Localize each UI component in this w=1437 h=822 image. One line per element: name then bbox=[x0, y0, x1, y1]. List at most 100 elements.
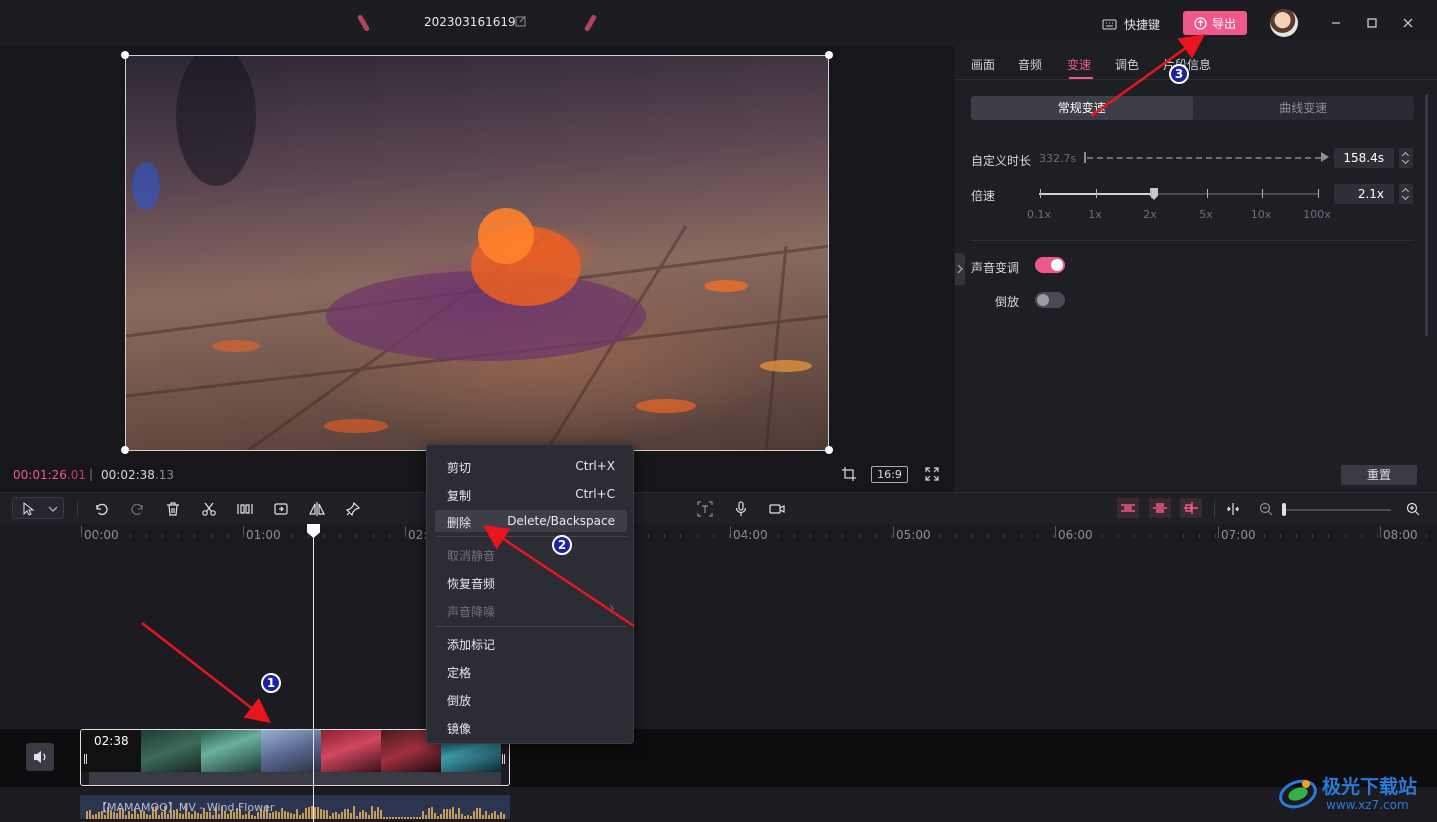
ruler-minor-tick bbox=[778, 534, 779, 538]
tab-speed[interactable]: 变速 bbox=[1067, 56, 1091, 73]
ruler-minor-tick bbox=[956, 534, 957, 538]
shortcut-button[interactable]: 快捷键 bbox=[1102, 14, 1160, 34]
clip-trim-right-handle[interactable] bbox=[502, 754, 505, 764]
voice-pitch-toggle[interactable] bbox=[1035, 257, 1065, 273]
ruler-minor-tick bbox=[1166, 534, 1167, 538]
menu-item-label: 复制 bbox=[447, 489, 472, 503]
ruler-minor-tick bbox=[324, 534, 325, 538]
waveform-bar bbox=[392, 817, 394, 819]
preview-axis-button[interactable] bbox=[1180, 498, 1202, 518]
tab-color[interactable]: 调色 bbox=[1115, 56, 1139, 73]
select-tool-button[interactable] bbox=[12, 497, 64, 519]
menu-item-copy[interactable]: 复制 Ctrl+C bbox=[435, 483, 627, 505]
panel-scrollbar[interactable] bbox=[1425, 94, 1428, 336]
ruler-minor-tick bbox=[1296, 534, 1297, 538]
playhead-line[interactable] bbox=[313, 524, 314, 822]
panel-divider bbox=[971, 240, 1414, 241]
ruler-tick bbox=[1055, 526, 1056, 538]
minimize-icon[interactable] bbox=[1327, 14, 1345, 32]
waveform-bar bbox=[386, 817, 388, 819]
ruler-minor-tick bbox=[648, 534, 649, 538]
menu-item-delete[interactable]: 删除 Delete/Backspace bbox=[435, 510, 627, 532]
waveform-bar bbox=[149, 815, 151, 819]
waveform-bar bbox=[302, 813, 304, 819]
panel-tab-bar: 画面 音频 变速 调色 片段信息 bbox=[955, 46, 1437, 80]
menu-item-unmute[interactable]: 取消静音 bbox=[435, 543, 627, 565]
linkage-button[interactable] bbox=[1149, 498, 1171, 518]
loop-icon[interactable] bbox=[273, 501, 289, 517]
avatar[interactable] bbox=[1270, 9, 1298, 37]
menu-item-add-marker[interactable]: 添加标记 bbox=[435, 632, 627, 654]
waveform-bar bbox=[356, 816, 358, 819]
speed-slider[interactable] bbox=[1039, 188, 1319, 200]
audio-track-clip[interactable]: 【MAMAMOO】MV - Wind Flower bbox=[80, 795, 510, 819]
waveform-bar bbox=[380, 810, 382, 819]
ruler-minor-tick bbox=[940, 534, 941, 538]
speed-stepper[interactable] bbox=[1399, 184, 1413, 204]
pin-icon[interactable] bbox=[345, 501, 361, 517]
waveform-bar bbox=[359, 812, 361, 819]
ruler-minor-tick bbox=[1134, 534, 1135, 538]
clip-bottom-strip bbox=[89, 772, 501, 785]
time-ruler[interactable]: 00:00 01:00 02: 04:00 05:00 06:00 07:00 … bbox=[0, 524, 1437, 546]
zoom-in-icon[interactable] bbox=[1405, 501, 1421, 517]
reverse-toggle[interactable] bbox=[1035, 292, 1065, 308]
text-recognition-icon[interactable] bbox=[697, 501, 713, 517]
custom-duration-input[interactable]: 158.4s bbox=[1334, 148, 1394, 168]
maximize-icon[interactable] bbox=[1363, 14, 1381, 32]
waveform-bar bbox=[476, 808, 478, 819]
waveform-bar bbox=[467, 815, 469, 819]
edit-icon[interactable] bbox=[515, 15, 527, 27]
waveform-bar bbox=[125, 815, 127, 819]
crop-icon[interactable] bbox=[842, 467, 856, 481]
custom-duration-stepper[interactable] bbox=[1399, 148, 1413, 168]
menu-item-noise-reduction[interactable]: 声音降噪 bbox=[435, 599, 627, 621]
waveform-bar bbox=[332, 813, 334, 819]
speed-input[interactable]: 2.1x bbox=[1334, 184, 1394, 204]
record-camera-icon[interactable] bbox=[769, 501, 785, 517]
delete-icon[interactable] bbox=[165, 501, 181, 517]
mirror-icon[interactable] bbox=[309, 501, 325, 517]
scissors-icon[interactable] bbox=[201, 501, 217, 517]
waveform-bar bbox=[323, 810, 325, 819]
track-mute-button[interactable] bbox=[26, 743, 54, 771]
waveform-bar bbox=[242, 815, 244, 819]
fit-timeline-icon[interactable] bbox=[1225, 501, 1241, 517]
resize-handle-top-left[interactable] bbox=[121, 51, 129, 59]
waveform-bar bbox=[92, 815, 94, 819]
ruler-minor-tick bbox=[1377, 534, 1378, 538]
tab-audio[interactable]: 音频 bbox=[1018, 56, 1042, 73]
menu-item-reverse[interactable]: 倒放 bbox=[435, 688, 627, 710]
close-icon[interactable] bbox=[1399, 14, 1417, 32]
zoom-slider[interactable] bbox=[1285, 509, 1391, 511]
microphone-icon[interactable] bbox=[733, 501, 749, 517]
export-button[interactable]: 导出 bbox=[1183, 11, 1247, 35]
redo-icon[interactable] bbox=[130, 501, 146, 517]
split-icon[interactable] bbox=[237, 501, 253, 517]
segment-normal-speed[interactable]: 常规变速 bbox=[971, 96, 1193, 120]
panel-collapse-handle[interactable] bbox=[955, 253, 965, 285]
reset-button[interactable]: 重置 bbox=[1341, 465, 1417, 485]
undo-icon[interactable] bbox=[93, 501, 109, 517]
zoom-out-icon[interactable] bbox=[1258, 501, 1274, 517]
tab-picture[interactable]: 画面 bbox=[971, 56, 995, 73]
clip-trim-left-handle[interactable] bbox=[84, 754, 87, 764]
ruler-minor-tick bbox=[81, 534, 82, 538]
resize-handle-bottom-right[interactable] bbox=[825, 446, 833, 454]
shortcut-label: 快捷键 bbox=[1124, 17, 1161, 32]
aspect-ratio-button[interactable]: 16:9 bbox=[871, 466, 908, 483]
video-preview[interactable] bbox=[125, 55, 829, 451]
project-title[interactable]: 202303161619 bbox=[424, 15, 516, 29]
menu-item-restore-audio[interactable]: 恢复音频 bbox=[435, 571, 627, 593]
ruler-minor-tick bbox=[664, 534, 665, 538]
resize-handle-bottom-left[interactable] bbox=[121, 446, 129, 454]
menu-item-mirror[interactable]: 镜像 bbox=[435, 716, 627, 738]
menu-item-cut[interactable]: 剪切 Ctrl+X bbox=[435, 455, 627, 477]
resize-handle-top-right[interactable] bbox=[825, 51, 833, 59]
magnet-snap-button[interactable] bbox=[1117, 498, 1139, 518]
ruler-minor-tick bbox=[243, 534, 244, 538]
menu-item-freeze-frame[interactable]: 定格 bbox=[435, 660, 627, 682]
segment-curve-speed[interactable]: 曲线变速 bbox=[1193, 96, 1415, 120]
fullscreen-icon[interactable] bbox=[925, 467, 939, 481]
zoom-slider-thumb[interactable] bbox=[1282, 503, 1286, 516]
